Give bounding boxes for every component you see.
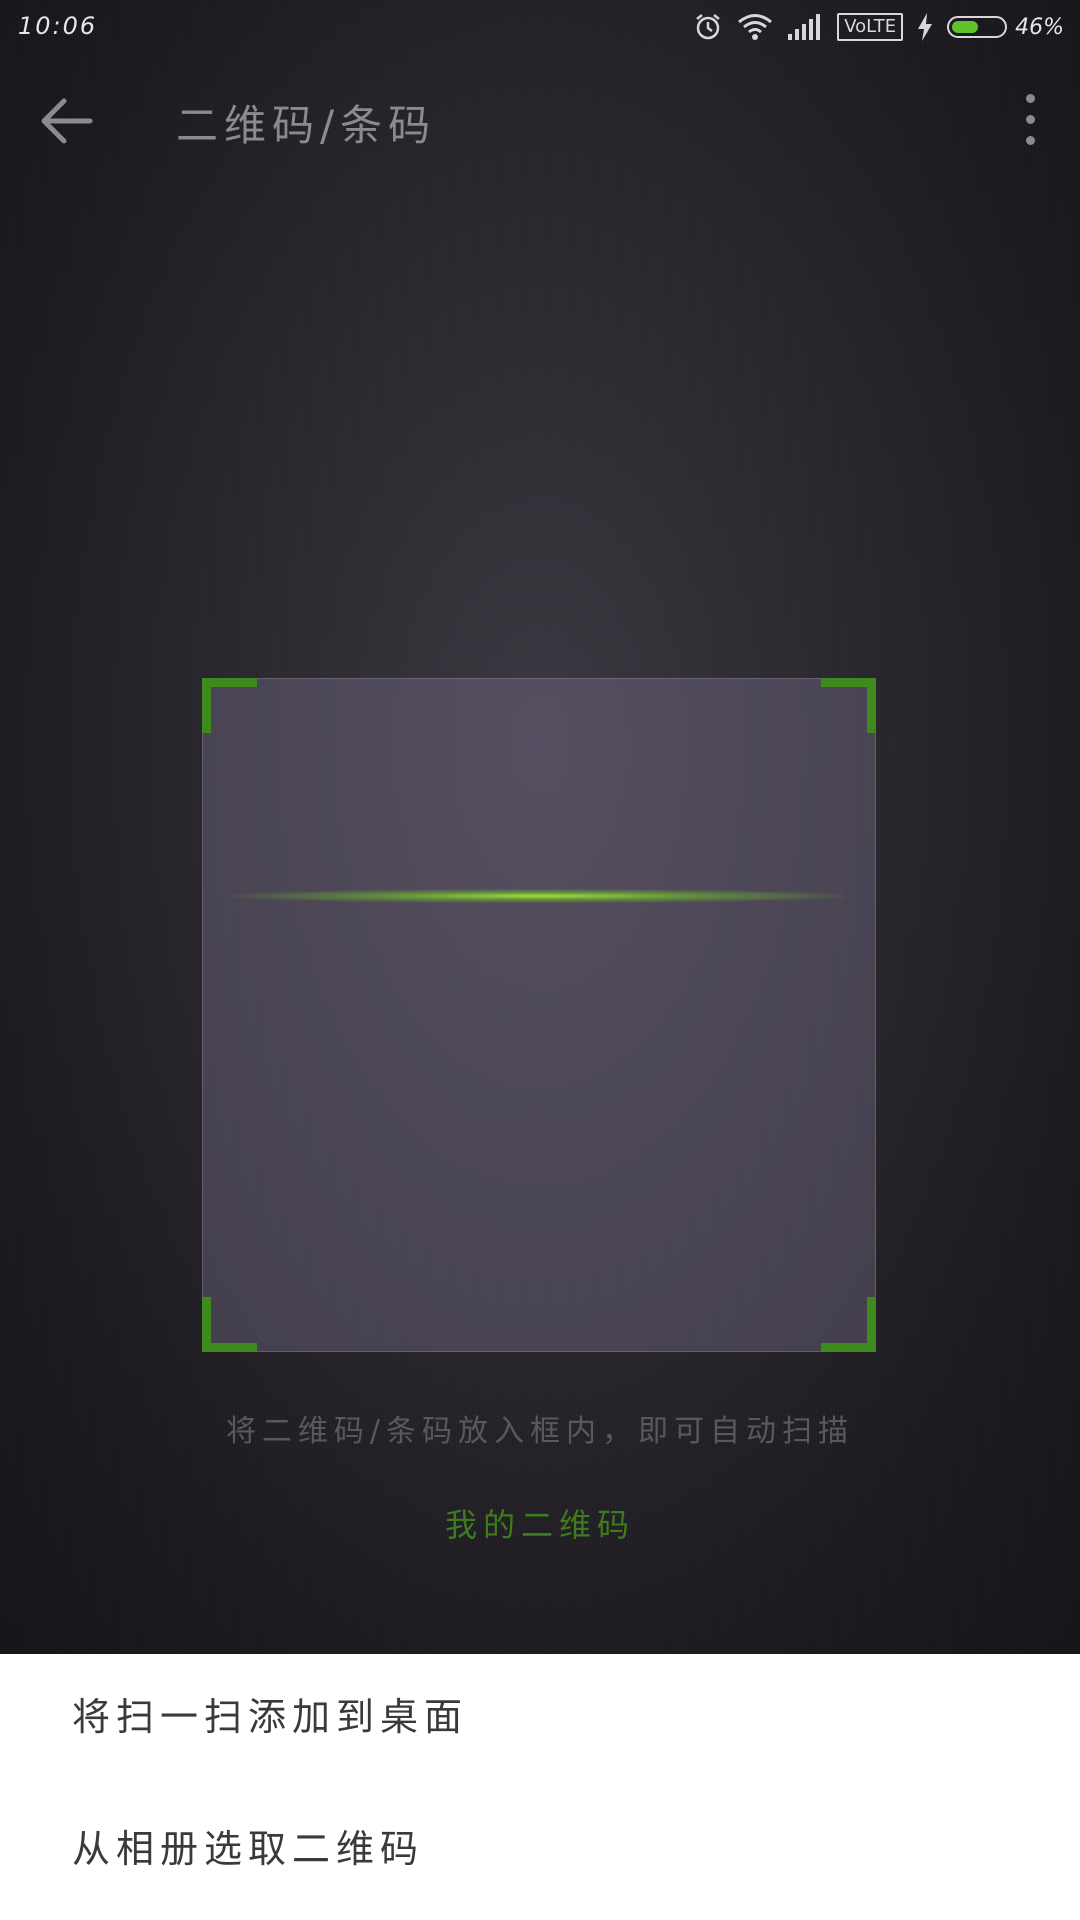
more-vertical-icon — [1026, 136, 1035, 145]
scan-hint: 将二维码/条码放入框内，即可自动扫描 — [225, 1414, 855, 1449]
volte-indicator: VoLTE — [837, 13, 904, 41]
status-bar: 10:06 VoLTE 46% — [0, 0, 1080, 54]
more-vertical-icon — [1026, 115, 1035, 124]
app-bar: 二维码/条码 — [0, 54, 1080, 184]
scan-frame — [202, 678, 876, 1352]
battery-icon — [947, 16, 1008, 38]
battery: 46% — [947, 15, 1064, 40]
my-qr-code-link[interactable]: 我的二维码 — [0, 1500, 1080, 1546]
scan-line — [233, 889, 845, 903]
arrow-left-icon — [41, 98, 93, 144]
page-title: 二维码/条码 — [176, 101, 437, 150]
alarm-icon — [696, 14, 721, 40]
charging-icon — [918, 13, 933, 41]
status-icons: VoLTE 46% — [693, 10, 1064, 44]
back-button[interactable] — [32, 86, 102, 156]
wifi-icon — [738, 14, 773, 40]
menu-item-add-to-desktop[interactable]: 将扫一扫添加到桌面 — [72, 1668, 468, 1758]
menu-item-pick-from-album[interactable]: 从相册选取二维码 — [72, 1800, 424, 1890]
battery-percent: 46% — [1015, 14, 1064, 40]
frame-corner — [202, 678, 257, 733]
status-time: 10:06 — [18, 12, 98, 40]
battery-level — [952, 21, 978, 33]
frame-corner — [821, 678, 876, 733]
more-options-button[interactable] — [1000, 84, 1060, 154]
more-vertical-icon — [1026, 94, 1035, 103]
frame-corner — [821, 1297, 876, 1352]
signal-icon — [788, 14, 821, 40]
frame-corner — [202, 1297, 257, 1352]
